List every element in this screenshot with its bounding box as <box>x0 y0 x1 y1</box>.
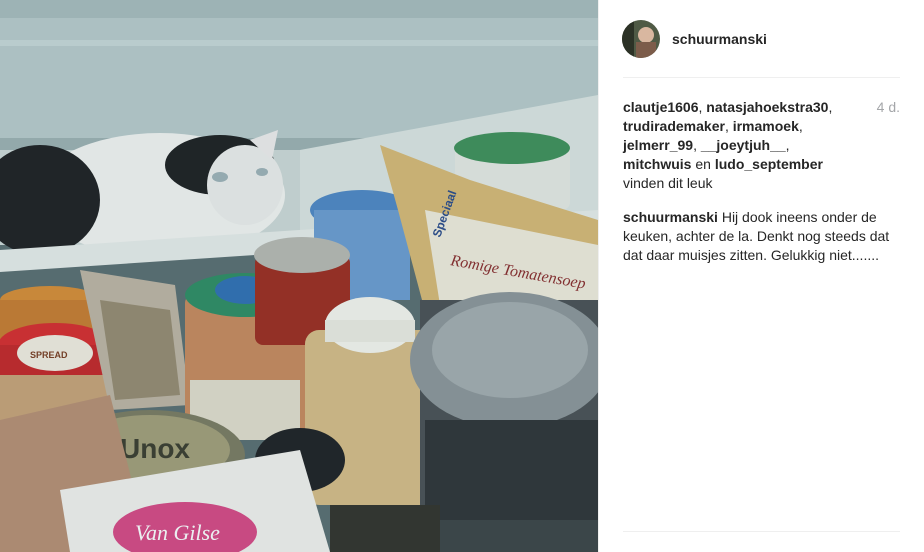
liker-link[interactable]: trudirademaker <box>623 118 725 134</box>
caption-username[interactable]: schuurmanski <box>623 209 718 225</box>
liker-link-last[interactable]: ludo_september <box>715 156 823 172</box>
likes-section: 4 d. clautje1606, natasjahoekstra30, tru… <box>623 98 900 191</box>
avatar[interactable] <box>622 19 660 58</box>
liker-link[interactable]: mitchwuis <box>623 156 691 172</box>
liker-link[interactable]: jelmerr_99 <box>623 137 693 153</box>
comment-area[interactable] <box>623 531 900 552</box>
post-sidebar: schuurmanski 4 d. clautje1606, natasjaho… <box>598 0 924 552</box>
liker-link[interactable]: __joeytjuh__ <box>701 137 786 153</box>
post-photo[interactable]: Romige Tomatensoep Speciaal SPREAD Unox … <box>0 0 598 552</box>
post-caption: schuurmanski Hij dook ineens onder de ke… <box>623 208 900 265</box>
photo-illustration: Romige Tomatensoep Speciaal SPREAD Unox … <box>0 0 598 552</box>
avatar-image <box>622 19 660 58</box>
likes-and-word: en <box>695 156 711 172</box>
header-username[interactable]: schuurmanski <box>672 31 767 47</box>
liker-link[interactable]: irmamoek <box>733 118 799 134</box>
liker-link[interactable]: natasjahoekstra30 <box>706 99 828 115</box>
instagram-post: Romige Tomatensoep Speciaal SPREAD Unox … <box>0 0 924 552</box>
post-header: schuurmanski <box>622 0 900 78</box>
liker-link[interactable]: clautje1606 <box>623 99 699 115</box>
post-time[interactable]: 4 d. <box>877 98 900 117</box>
likes-suffix: vinden dit leuk <box>623 175 713 191</box>
